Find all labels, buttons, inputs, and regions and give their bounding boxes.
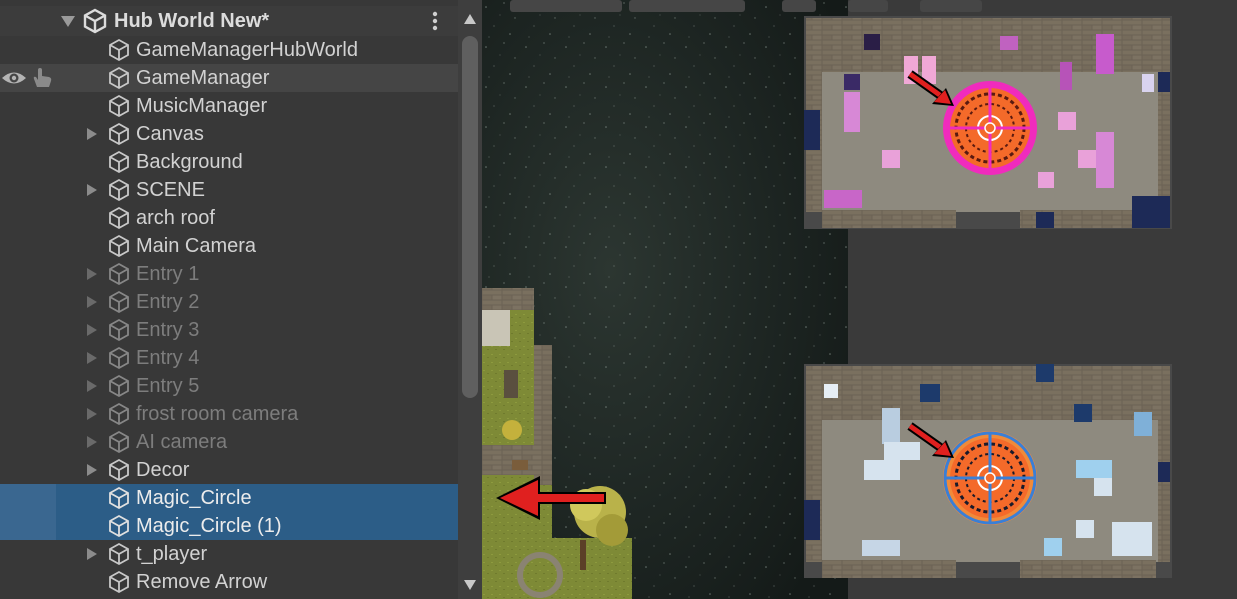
- gameobject-icon: [109, 346, 129, 370]
- hierarchy-item-magic-circle-1[interactable]: Magic_Circle (1): [0, 512, 458, 540]
- hierarchy-panel: Hub World New* GameManagerHubWorld GameM…: [0, 0, 482, 599]
- item-label: Remove Arrow: [136, 571, 268, 593]
- gameobject-icon: [109, 374, 129, 398]
- grid-snap-toggle[interactable]: [782, 0, 816, 12]
- item-label: Entry 4: [136, 347, 200, 369]
- hierarchy-item-main-camera[interactable]: Main Camera: [0, 232, 458, 260]
- hierarchy-item-background[interactable]: Background: [0, 148, 458, 176]
- gameobject-icon: [109, 458, 129, 482]
- hierarchy-item-t-player[interactable]: t_player: [0, 540, 458, 568]
- scene-header[interactable]: Hub World New*: [0, 6, 458, 36]
- hierarchy-item-entry-4[interactable]: Entry 4: [0, 344, 458, 372]
- hierarchy-item-musicmanager[interactable]: MusicManager: [0, 92, 458, 120]
- gameobject-icon: [109, 234, 129, 258]
- gameobject-icon: [109, 38, 129, 62]
- hierarchy-item-scene[interactable]: SCENE: [0, 176, 458, 204]
- hierarchy-item-ai-camera[interactable]: AI camera: [0, 428, 458, 456]
- gameobject-icon: [109, 402, 129, 426]
- hierarchy-item-canvas[interactable]: Canvas: [0, 120, 458, 148]
- visibility-eye-icon[interactable]: [0, 68, 28, 88]
- gameobject-icon: [109, 262, 129, 286]
- hierarchy-item-entry-2[interactable]: Entry 2: [0, 288, 458, 316]
- expand-arrow-icon[interactable]: [85, 435, 99, 449]
- expand-arrow-icon[interactable]: [85, 127, 99, 141]
- gameobject-icon: [109, 570, 129, 594]
- pickable-hand-icon[interactable]: [30, 67, 54, 89]
- item-label: GameManager: [136, 67, 270, 89]
- scene-title: Hub World New*: [114, 10, 270, 32]
- item-label: Canvas: [136, 123, 204, 145]
- expand-arrow-icon[interactable]: [85, 407, 99, 421]
- item-label: MusicManager: [136, 95, 268, 117]
- gameobject-icon: [109, 94, 129, 118]
- magic-circle-frost: [943, 431, 1037, 525]
- gameobject-icon: [109, 206, 129, 230]
- item-label: Entry 1: [136, 263, 200, 285]
- expand-arrow-icon[interactable]: [85, 183, 99, 197]
- item-label: Magic_Circle: [136, 487, 252, 509]
- row-gutter: [0, 484, 56, 512]
- hierarchy-item-magic-circle[interactable]: Magic_Circle: [0, 484, 458, 512]
- gameobject-icon: [109, 66, 129, 90]
- row-gutter: [0, 512, 56, 540]
- pivot-toggle[interactable]: [510, 0, 622, 12]
- item-label: Magic_Circle (1): [136, 515, 282, 537]
- scroll-down-arrow-icon[interactable]: [462, 578, 478, 592]
- hierarchy-item-remove-arrow[interactable]: Remove Arrow: [0, 568, 458, 596]
- expand-arrow-icon[interactable]: [85, 547, 99, 561]
- increment-snap-toggle[interactable]: [848, 0, 888, 12]
- item-label: arch roof: [136, 207, 215, 229]
- scene-canvas[interactable]: [482, 0, 1237, 599]
- item-label: GameManagerHubWorld: [136, 39, 358, 61]
- gameobject-icon: [109, 122, 129, 146]
- scene-view[interactable]: [482, 0, 1237, 599]
- scrollbar-thumb[interactable]: [462, 36, 478, 398]
- item-label: Main Camera: [136, 235, 257, 257]
- item-label: SCENE: [136, 179, 205, 201]
- expand-arrow-icon[interactable]: [85, 267, 99, 281]
- gameobject-icon: [109, 542, 129, 566]
- hierarchy-item-gamemanager[interactable]: GameManager: [0, 64, 458, 92]
- hierarchy-item-entry-3[interactable]: Entry 3: [0, 316, 458, 344]
- item-label: t_player: [136, 543, 208, 565]
- gameobject-icon: [109, 318, 129, 342]
- expand-arrow-icon[interactable]: [85, 379, 99, 393]
- hierarchy-item-arch-roof[interactable]: arch roof: [0, 204, 458, 232]
- gameobject-icon: [109, 290, 129, 314]
- more-options-icon[interactable]: [428, 10, 442, 32]
- hierarchy-item-gamemanagerhubworld[interactable]: GameManagerHubWorld: [0, 36, 458, 64]
- hierarchy-item-entry-1[interactable]: Entry 1: [0, 260, 458, 288]
- gameobject-icon: [109, 150, 129, 174]
- gameobject-icon: [109, 486, 129, 510]
- hierarchy-item-frost-room-camera[interactable]: frost room camera: [0, 400, 458, 428]
- unity-scene-icon: [83, 8, 107, 34]
- expand-arrow-icon[interactable]: [85, 295, 99, 309]
- hierarchy-item-decor[interactable]: Decor: [0, 456, 458, 484]
- expand-arrow-icon[interactable]: [85, 323, 99, 337]
- hierarchy-item-entry-5[interactable]: Entry 5: [0, 372, 458, 400]
- item-label: Entry 5: [136, 375, 200, 397]
- scroll-up-arrow-icon[interactable]: [462, 12, 478, 26]
- toolbar-dropdown[interactable]: [920, 0, 982, 12]
- item-label: AI camera: [136, 431, 228, 453]
- expand-arrow-icon[interactable]: [85, 351, 99, 365]
- item-label: Entry 3: [136, 319, 200, 341]
- item-label: Decor: [136, 459, 190, 481]
- gameobject-icon: [109, 178, 129, 202]
- item-label: Entry 2: [136, 291, 200, 313]
- local-toggle[interactable]: [629, 0, 745, 12]
- gameobject-icon: [109, 514, 129, 538]
- expand-arrow-icon[interactable]: [85, 463, 99, 477]
- chevron-down-icon[interactable]: [60, 14, 76, 28]
- item-label: frost room camera: [136, 403, 299, 425]
- magic-circle-pink: [943, 81, 1037, 175]
- item-label: Background: [136, 151, 243, 173]
- gameobject-icon: [109, 430, 129, 454]
